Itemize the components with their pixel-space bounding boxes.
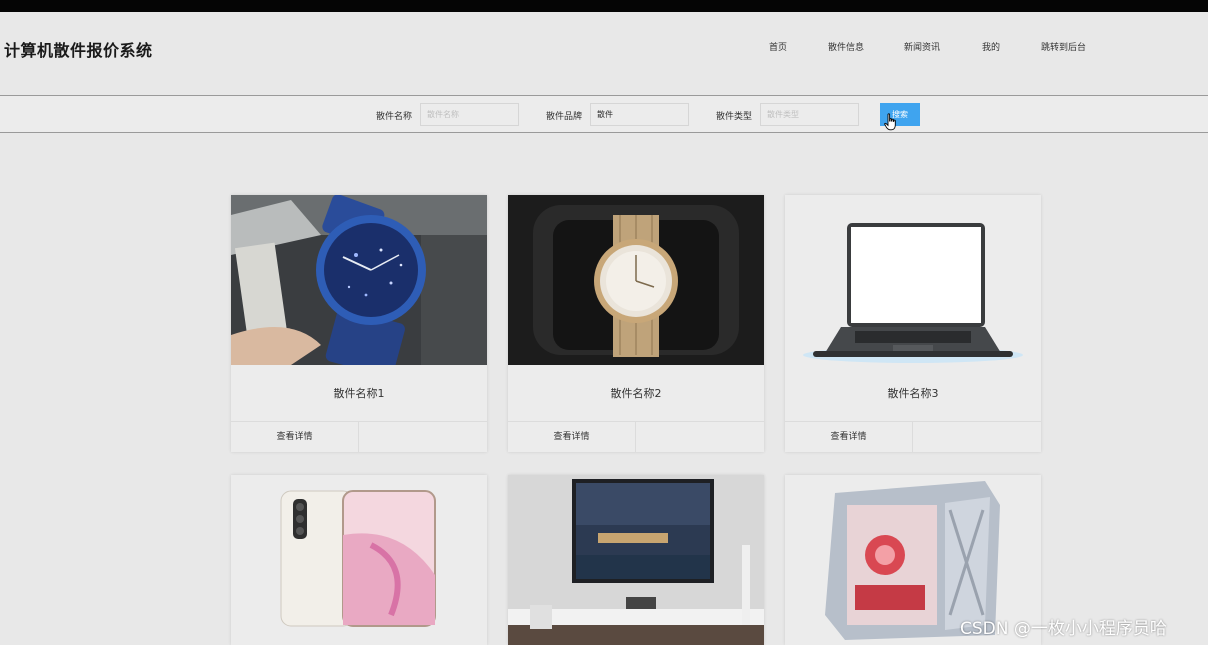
view-details-button[interactable]: 查看详情 xyxy=(508,422,636,452)
part-type-label: 散件类型 xyxy=(716,112,753,122)
laptop-icon[interactable] xyxy=(785,195,1041,365)
nav-item-parts[interactable]: 散件信息 xyxy=(828,40,864,53)
part-name-label: 散件名称 xyxy=(376,112,413,122)
hand-cursor-icon xyxy=(884,113,896,131)
csdn-watermark: CSDN @一枚小小程序员哈 xyxy=(960,619,1167,639)
product-card-2[interactable]: 散件名称2 查看详情 xyxy=(508,195,764,452)
watch-gold-icon[interactable] xyxy=(508,195,764,365)
nav-item-home[interactable]: 首页 xyxy=(769,40,787,53)
main-nav: 首页 散件信息 新闻资讯 我的 跳转到后台 xyxy=(0,40,1208,54)
product-card-1[interactable]: 散件名称1 查看详情 xyxy=(231,195,487,452)
product-card-4[interactable] xyxy=(231,475,487,645)
tv-icon[interactable] xyxy=(508,475,764,645)
nav-item-admin[interactable]: 跳转到后台 xyxy=(1041,40,1086,53)
product-card-3[interactable]: 散件名称3 查看详情 xyxy=(785,195,1041,452)
product-name[interactable]: 散件名称2 xyxy=(508,385,764,401)
product-card-footer: 查看详情 xyxy=(231,421,487,452)
product-card-5[interactable] xyxy=(508,475,764,645)
nav-item-mine[interactable]: 我的 xyxy=(982,40,1000,53)
part-name-input[interactable] xyxy=(420,103,519,126)
part-brand-label: 散件品牌 xyxy=(546,112,583,122)
part-brand-input[interactable] xyxy=(590,103,689,126)
part-type-input[interactable] xyxy=(760,103,859,126)
product-card-footer: 查看详情 xyxy=(508,421,764,452)
top-black-bar xyxy=(0,0,1208,12)
search-bar: 散件名称 散件品牌 散件类型 搜索 xyxy=(0,95,1208,133)
watch-blue-icon[interactable] xyxy=(231,195,487,365)
phone-icon[interactable] xyxy=(231,475,487,645)
view-details-button[interactable]: 查看详情 xyxy=(231,422,359,452)
product-name[interactable]: 散件名称1 xyxy=(231,385,487,401)
product-card-footer: 查看详情 xyxy=(785,421,1041,452)
view-details-button[interactable]: 查看详情 xyxy=(785,422,913,452)
nav-item-news[interactable]: 新闻资讯 xyxy=(904,40,940,53)
product-name[interactable]: 散件名称3 xyxy=(785,385,1041,401)
